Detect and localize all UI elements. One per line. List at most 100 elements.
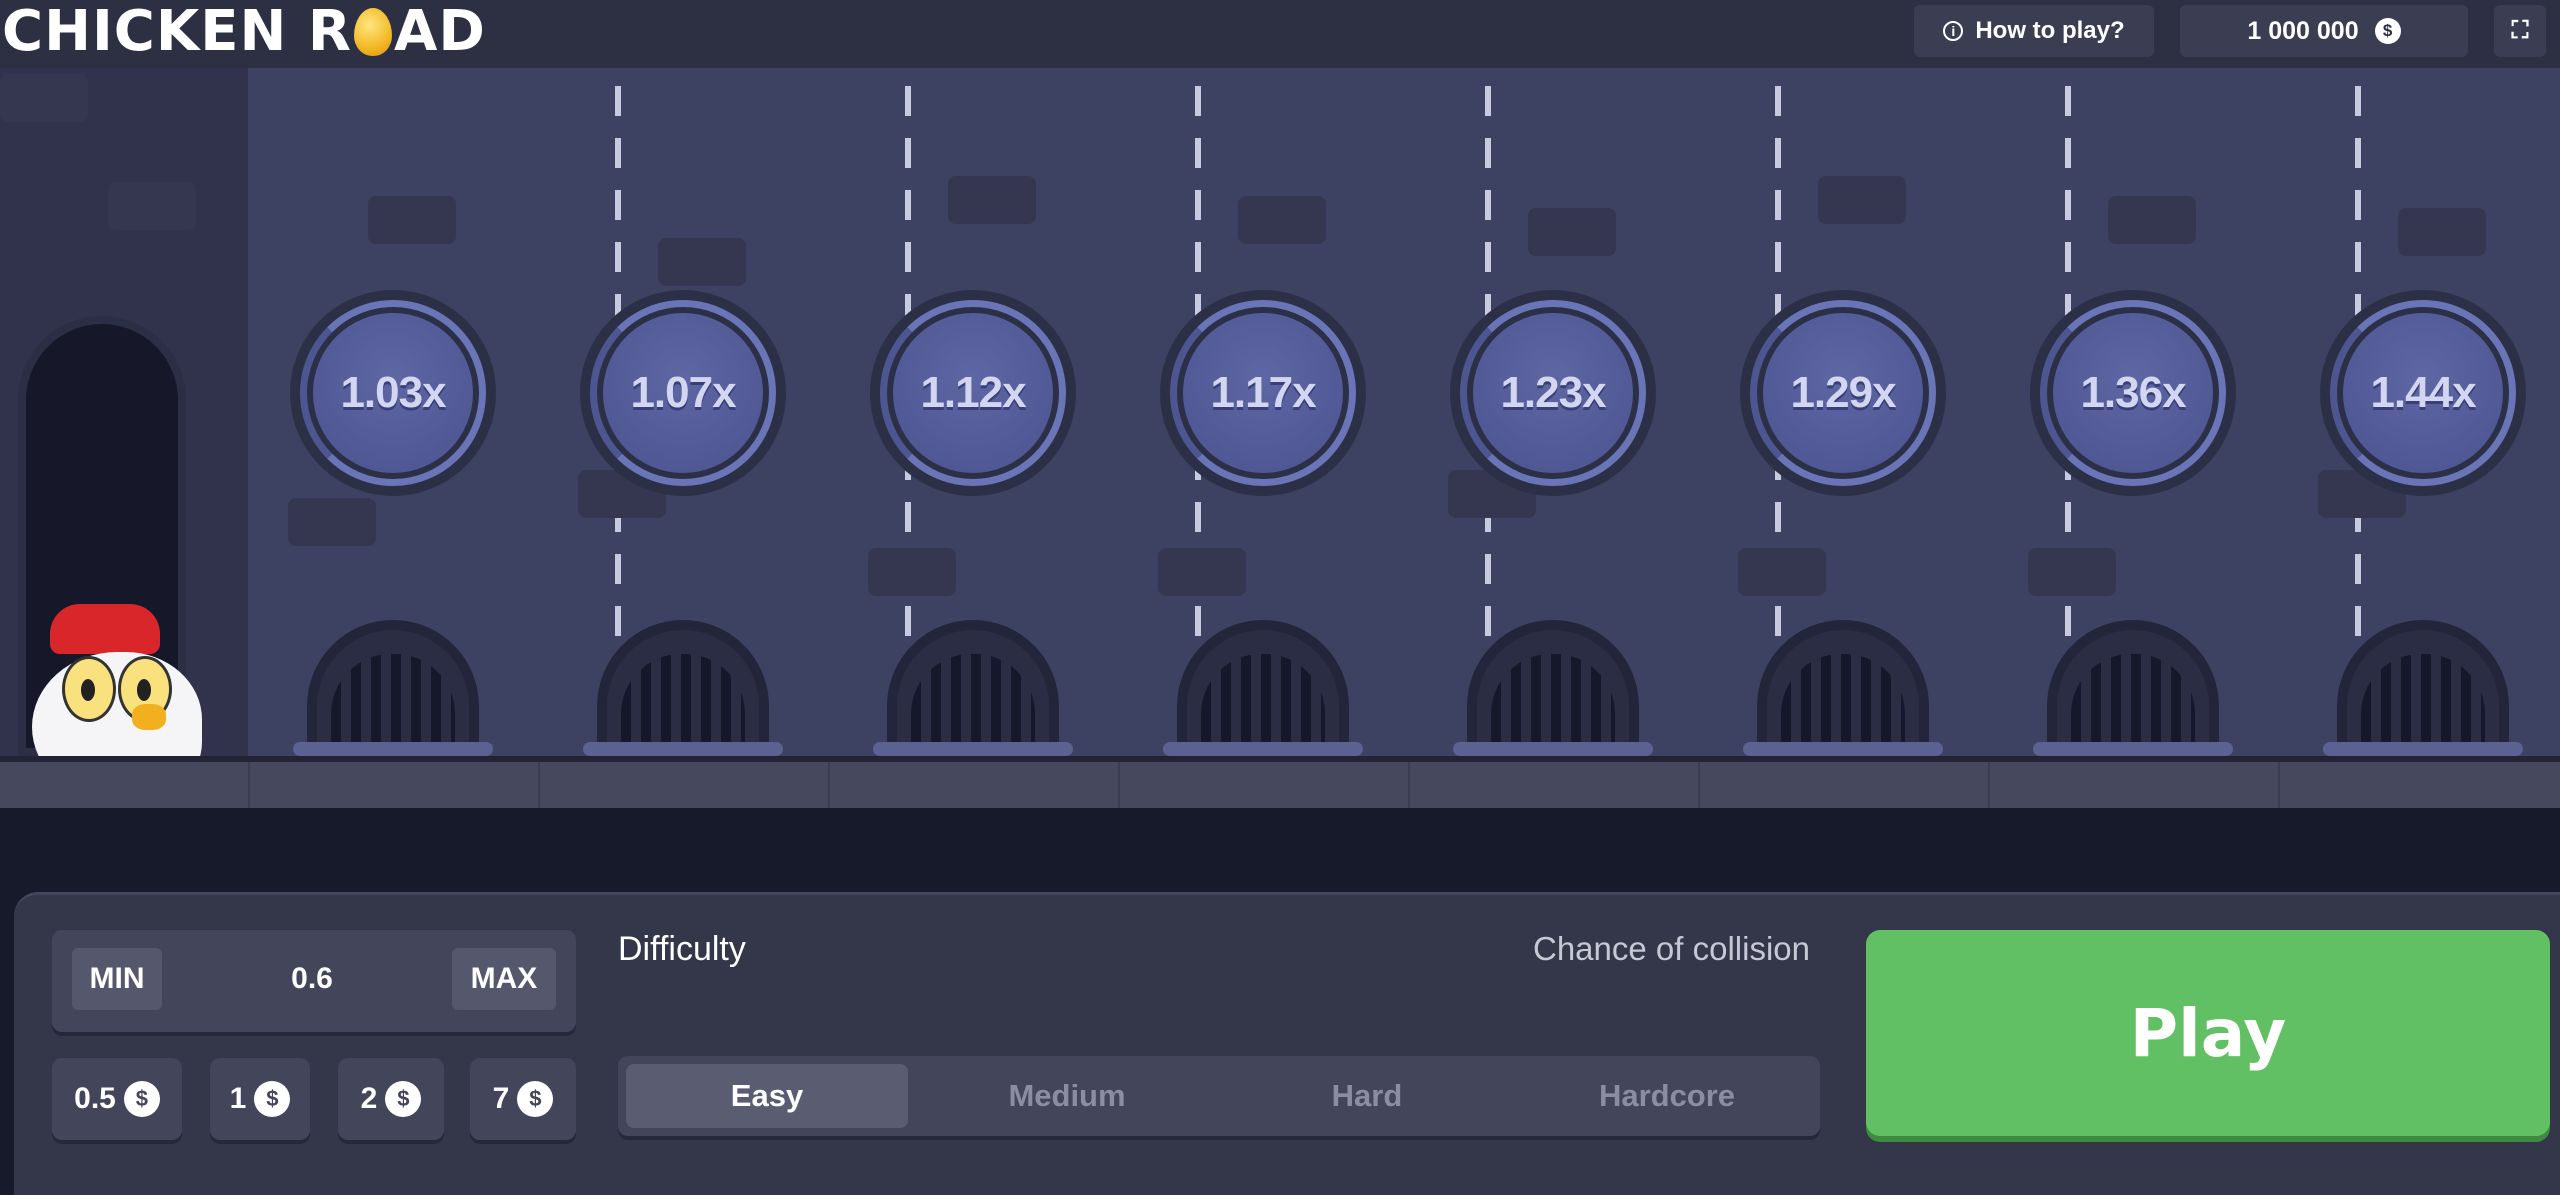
multiplier-inner: 1.23x: [1473, 313, 1633, 473]
dollar-coin-icon: $: [123, 1081, 160, 1117]
multiplier-value: 1.29x: [1790, 368, 1896, 417]
chicken-body: [32, 652, 202, 756]
difficulty-hard[interactable]: Hard: [1226, 1064, 1508, 1128]
multiplier-value: 1.44x: [2370, 368, 2476, 417]
multiplier-value: 1.03x: [340, 368, 446, 417]
quick-bet-button[interactable]: 0.5 $: [52, 1058, 182, 1140]
difficulty-medium[interactable]: Medium: [926, 1064, 1208, 1128]
manhole-grate: [307, 620, 479, 756]
egg-icon: [354, 8, 393, 56]
grate-bars: [911, 654, 1035, 750]
wall-brick: [658, 238, 746, 286]
game-logo: CHICKEN R AD: [2, 0, 486, 64]
quick-bet-value: 0.5: [74, 1082, 116, 1115]
multiplier-badge: 1.12x: [870, 290, 1076, 496]
grate-base: [583, 742, 783, 756]
logo-text: CHICKEN R: [2, 0, 353, 64]
wall-brick: [948, 176, 1036, 224]
game-road: 1.03x 1.07x 1.12x 1.17x 1.23x 1.29x 1.36x 1.44x: [0, 68, 2560, 756]
manhole-grate: [1177, 620, 1349, 756]
curb-seam: [2278, 762, 2280, 808]
multiplier-value: 1.12x: [920, 368, 1026, 417]
road-curb: [0, 756, 2560, 808]
top-bar: CHICKEN R AD i How to play? 1 000 000 $ ⛶: [0, 0, 2560, 68]
multiplier-badge: 1.23x: [1450, 290, 1656, 496]
wall-brick: [1818, 176, 1906, 224]
manhole-grate: [597, 620, 769, 756]
chicken-comb: [50, 604, 160, 654]
manhole-grate: [887, 620, 1059, 756]
quick-bet-button[interactable]: 7 $: [470, 1058, 576, 1140]
curb-seam: [1698, 762, 1700, 808]
grate-bars: [1491, 654, 1615, 750]
multiplier-badge: 1.29x: [1740, 290, 1946, 496]
multiplier-badge: 1.17x: [1160, 290, 1366, 496]
how-to-play-button[interactable]: i How to play?: [1914, 5, 2154, 57]
chicken-eye: [62, 656, 116, 722]
difficulty-easy[interactable]: Easy: [626, 1064, 908, 1128]
grate-base: [1163, 742, 1363, 756]
multiplier-value: 1.23x: [1500, 368, 1606, 417]
dollar-coin-icon: $: [254, 1081, 291, 1117]
fullscreen-icon: ⛶: [2511, 17, 2529, 44]
curb-seam: [1988, 762, 1990, 808]
quick-bet-value: 2: [360, 1082, 378, 1115]
grate-base: [873, 742, 1073, 756]
bet-amount-input[interactable]: 0.6: [182, 948, 442, 1010]
how-to-play-label: How to play?: [1975, 17, 2125, 44]
grate-bars: [1781, 654, 1905, 750]
multiplier-value: 1.07x: [630, 368, 736, 417]
grate-base: [1453, 742, 1653, 756]
multiplier-inner: 1.36x: [2053, 313, 2213, 473]
chicken-character: [28, 604, 208, 756]
manhole-grate: [1467, 620, 1639, 756]
manhole-grate: [1757, 620, 1929, 756]
grate-base: [293, 742, 493, 756]
wall-brick: [868, 548, 956, 596]
bet-amount-box: MIN 0.6 MAX: [52, 930, 576, 1032]
logo-text-end: AD: [394, 0, 486, 64]
grate-bars: [1201, 654, 1325, 750]
multiplier-inner: 1.44x: [2343, 313, 2503, 473]
quick-bet-value: 1: [229, 1082, 247, 1115]
wall-brick: [2108, 196, 2196, 244]
dollar-coin-icon: $: [385, 1081, 422, 1117]
fullscreen-button[interactable]: ⛶: [2494, 5, 2546, 57]
curb-seam: [1118, 762, 1120, 808]
manhole-grate: [2047, 620, 2219, 756]
difficulty-selector: Easy Medium Hard Hardcore: [618, 1056, 1820, 1136]
wall-brick: [1238, 196, 1326, 244]
multiplier-value: 1.17x: [1210, 368, 1316, 417]
multiplier-inner: 1.12x: [893, 313, 1053, 473]
grate-bars: [621, 654, 745, 750]
quick-bet-button[interactable]: 1 $: [210, 1058, 310, 1140]
curb-seam: [248, 762, 250, 808]
curb-seam: [538, 762, 540, 808]
quick-bet-value: 7: [492, 1082, 510, 1115]
grate-bars: [2361, 654, 2485, 750]
difficulty-label: Difficulty: [618, 930, 746, 968]
min-bet-button[interactable]: MIN: [72, 948, 162, 1010]
balance-display: 1 000 000 $: [2180, 5, 2468, 57]
multiplier-inner: 1.07x: [603, 313, 763, 473]
wall-brick: [1158, 548, 1246, 596]
multiplier-inner: 1.17x: [1183, 313, 1343, 473]
wall-brick: [108, 182, 196, 230]
dollar-coin-icon: $: [2374, 18, 2401, 44]
difficulty-hardcore[interactable]: Hardcore: [1526, 1064, 1808, 1128]
curb-seam: [1408, 762, 1410, 808]
play-button[interactable]: Play: [1866, 930, 2550, 1136]
multiplier-badge: 1.03x: [290, 290, 496, 496]
grate-base: [2033, 742, 2233, 756]
manhole-grate: [2337, 620, 2509, 756]
wall-brick: [0, 74, 88, 122]
wall-brick: [1738, 548, 1826, 596]
curb-seam: [828, 762, 830, 808]
multiplier-inner: 1.29x: [1763, 313, 1923, 473]
multiplier-badge: 1.07x: [580, 290, 786, 496]
quick-bet-button[interactable]: 2 $: [338, 1058, 444, 1140]
multiplier-inner: 1.03x: [313, 313, 473, 473]
multiplier-value: 1.36x: [2080, 368, 2186, 417]
grate-bars: [331, 654, 455, 750]
max-bet-button[interactable]: MAX: [452, 948, 556, 1010]
